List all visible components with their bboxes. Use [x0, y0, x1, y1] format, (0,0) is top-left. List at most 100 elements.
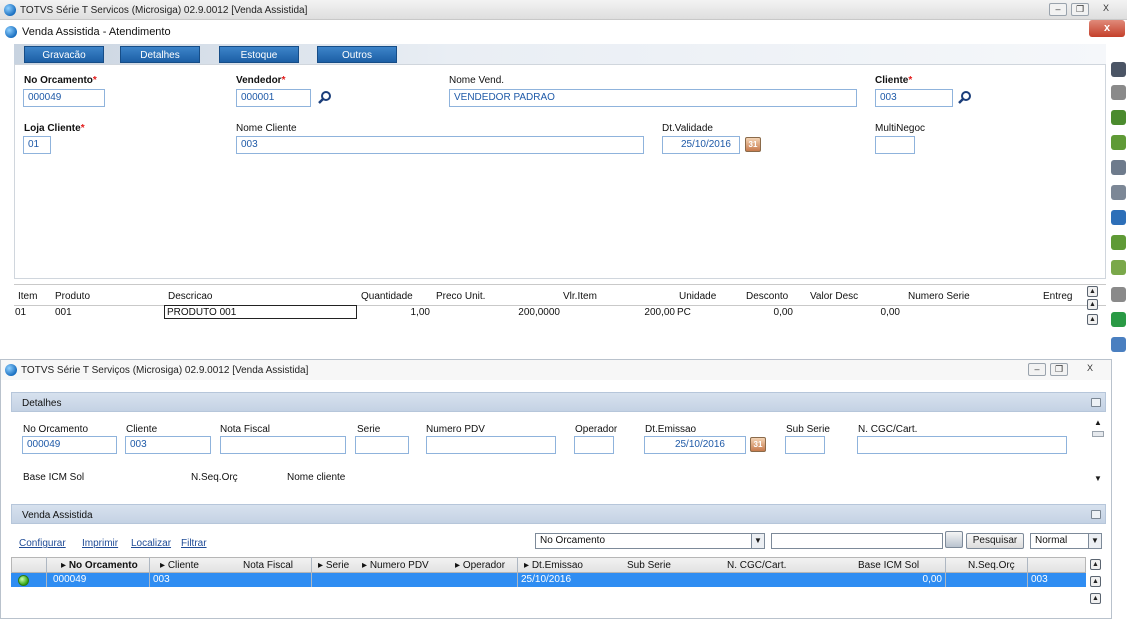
detalhes-button[interactable]: Detalhes [120, 46, 200, 63]
cell-cliente[interactable]: 003 [153, 574, 170, 585]
outros-button[interactable]: Outros [317, 46, 397, 63]
gravacao-button[interactable]: Gravacão [24, 46, 104, 63]
estoque-button[interactable]: Estoque [219, 46, 299, 63]
localizar-link[interactable]: Localizar [131, 538, 171, 549]
col-vlr-item[interactable]: Vlr.Item [563, 291, 597, 302]
close-window-button[interactable]: X [1097, 3, 1115, 16]
scroll-down-icon[interactable]: ▼ [1094, 474, 1102, 483]
cliente-field[interactable]: 003 [125, 436, 211, 454]
maximize-button[interactable]: ❐ [1050, 363, 1068, 376]
numero-pdv-field[interactable] [426, 436, 556, 454]
cell-unidade[interactable]: PC [677, 307, 691, 318]
no-orcamento-field[interactable]: 000049 [22, 436, 117, 454]
col-preco-unit[interactable]: Preco Unit. [436, 291, 485, 302]
cell-valor-desc[interactable]: 0,00 [845, 307, 900, 318]
col-cgc-cart[interactable]: N. CGC/Cart. [727, 560, 786, 571]
payment-icon[interactable] [1111, 235, 1126, 250]
col-nota-fiscal[interactable]: Nota Fiscal [243, 560, 293, 571]
cell-extra[interactable]: 003 [1031, 574, 1048, 585]
scroll-thumb[interactable] [1092, 431, 1104, 437]
scroll-up-icon[interactable]: ▲ [1094, 418, 1102, 427]
col-unidade[interactable]: Unidade [679, 291, 716, 302]
vendedor-field[interactable]: 000001 [236, 89, 311, 107]
grid-scroll-down-icon[interactable]: ▲ [1087, 314, 1098, 325]
col-cliente[interactable]: ▸ Cliente [160, 560, 199, 571]
col-base-icm-sol[interactable]: Base ICM Sol [858, 560, 919, 571]
cliente-search-icon[interactable] [958, 90, 972, 104]
minimize-button[interactable]: – [1028, 363, 1046, 376]
dialog-close-button[interactable]: x [1089, 20, 1125, 37]
nome-cliente-field[interactable]: 003 [236, 136, 644, 154]
col-sub-serie[interactable]: Sub Serie [627, 560, 671, 571]
col-valor-desc[interactable]: Valor Desc [810, 291, 858, 302]
cell-no-orcamento[interactable]: 000049 [53, 574, 86, 585]
sub-serie-field[interactable] [785, 436, 825, 454]
calendar-icon[interactable]: 31 [745, 137, 761, 152]
chart-icon[interactable] [1111, 337, 1126, 352]
cell-vlr-item[interactable]: 200,00 [600, 307, 675, 318]
cell-dt-emissao[interactable]: 25/10/2016 [521, 574, 571, 585]
cell-desconto[interactable]: 0,00 [740, 307, 793, 318]
col-dt-emissao[interactable]: ▸ Dt.Emissao [524, 560, 583, 571]
close-window-button[interactable]: X [1081, 363, 1099, 376]
col-nseq-orc[interactable]: N.Seq.Orç [968, 560, 1015, 571]
cell-quantidade[interactable]: 1,00 [380, 307, 430, 318]
chevron-down-icon[interactable]: ▼ [1088, 534, 1101, 548]
col-no-orcamento[interactable]: ▸ No Orcamento [61, 560, 138, 571]
tools-icon[interactable] [1111, 85, 1126, 100]
col-serie[interactable]: ▸ Serie [318, 560, 349, 571]
calendar-icon[interactable]: 31 [750, 437, 766, 452]
cell-base-icm-sol[interactable]: 0,00 [900, 574, 942, 585]
chevron-down-icon[interactable]: ▼ [751, 534, 764, 548]
multinegoc-field[interactable] [875, 136, 915, 154]
col-quantidade[interactable]: Quantidade [361, 291, 413, 302]
col-numero-serie[interactable]: Numero Serie [908, 291, 970, 302]
grid-scroll-up-icon[interactable]: ▲ [1090, 576, 1101, 587]
refresh-icon[interactable] [1111, 312, 1126, 327]
cell-item[interactable]: 01 [15, 307, 26, 318]
report-icon[interactable] [1111, 62, 1126, 77]
collapse-icon[interactable] [1091, 510, 1101, 519]
pesquisar-button[interactable]: Pesquisar [966, 533, 1024, 549]
grid-scroll-up-icon[interactable]: ▲ [1087, 299, 1098, 310]
truck-icon[interactable] [1111, 185, 1126, 200]
filtrar-link[interactable]: Filtrar [181, 538, 207, 549]
col-item[interactable]: Item [18, 291, 37, 302]
search-input[interactable] [771, 533, 943, 549]
preview-icon[interactable] [1111, 160, 1126, 175]
money-icon[interactable] [1111, 135, 1126, 150]
col-descricao[interactable]: Descricao [168, 291, 212, 302]
minimize-button[interactable]: – [1049, 3, 1067, 16]
nota-fiscal-field[interactable] [220, 436, 346, 454]
key-icon[interactable] [1111, 287, 1126, 302]
grid-scroll-top-icon[interactable]: ▲ [1087, 286, 1098, 297]
stock-icon[interactable] [1111, 210, 1126, 225]
grid-scroll-top-icon[interactable]: ▲ [1090, 559, 1101, 570]
col-numero-pdv[interactable]: ▸ Numero PDV [362, 560, 429, 571]
exit-icon[interactable] [1111, 110, 1126, 125]
cliente-field[interactable]: 003 [875, 89, 953, 107]
imprimir-link[interactable]: Imprimir [82, 538, 118, 549]
configurar-link[interactable]: Configurar [19, 538, 66, 549]
serie-field[interactable] [355, 436, 409, 454]
search-field-select[interactable]: No Orcamento [535, 533, 765, 549]
col-operador[interactable]: ▸ Operador [455, 560, 505, 571]
cell-produto[interactable]: 001 [55, 307, 72, 318]
col-desconto[interactable]: Desconto [746, 291, 788, 302]
no-orcamento-field[interactable]: 000049 [23, 89, 105, 107]
operador-field[interactable] [574, 436, 614, 454]
col-produto[interactable]: Produto [55, 291, 90, 302]
collapse-icon[interactable] [1091, 398, 1101, 407]
grid-scroll-down-icon[interactable]: ▲ [1090, 593, 1101, 604]
cell-preco-unit[interactable]: 200,0000 [480, 307, 560, 318]
dt-emissao-field[interactable]: 25/10/2016 [644, 436, 746, 454]
cell-descricao[interactable]: PRODUTO 001 [167, 307, 236, 318]
cash-icon[interactable] [1111, 260, 1126, 275]
vendedor-search-icon[interactable] [318, 90, 332, 104]
col-entreg[interactable]: Entreg [1043, 291, 1072, 302]
maximize-button[interactable]: ❐ [1071, 3, 1089, 16]
nome-vend-field[interactable]: VENDEDOR PADRAO [449, 89, 857, 107]
dt-validade-field[interactable]: 25/10/2016 [662, 136, 740, 154]
cgc-cart-field[interactable] [857, 436, 1067, 454]
loja-cliente-field[interactable]: 01 [23, 136, 51, 154]
